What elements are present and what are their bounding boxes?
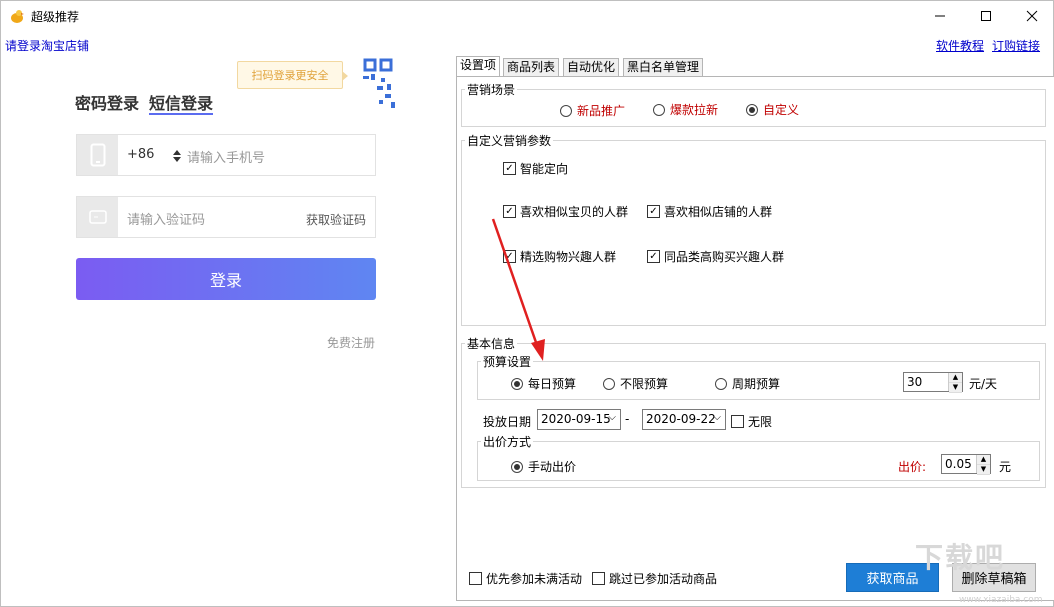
scene-option-custom[interactable]: 自定义 — [746, 101, 799, 118]
code-field[interactable]: 请输入验证码 获取验证码 — [76, 196, 376, 238]
qr-code-icon[interactable] — [341, 56, 397, 112]
qr-hint-bubble: 扫码登录更安全 — [237, 61, 348, 89]
order-link[interactable]: 订购链接 — [992, 37, 1040, 54]
similar-shop-option[interactable]: ✓ 喜欢相似店铺的人群 — [647, 203, 772, 220]
budget-unit: 元/天 — [969, 377, 998, 391]
date-start-picker[interactable]: 2020-09-15 ⌵ — [537, 409, 621, 430]
close-icon — [1026, 10, 1038, 22]
tab-settings[interactable]: 设置项 — [456, 56, 501, 77]
close-button[interactable] — [1009, 1, 1054, 31]
spin-up-icon[interactable]: ▲ — [949, 373, 962, 383]
phone-icon — [77, 135, 118, 175]
scene-hot-label: 爆款拉新 — [670, 103, 719, 117]
budget-option-unlimited[interactable]: 不限预算 — [603, 375, 668, 392]
price-spin[interactable]: ▲ ▼ — [976, 455, 990, 475]
radio-unlimited[interactable] — [603, 377, 615, 390]
category-interest-option[interactable]: ✓ 同品类高购买兴趣人群 — [647, 248, 784, 265]
sort-arrows-icon — [173, 150, 181, 162]
custom-params-label: 自定义营销参数 — [465, 132, 554, 149]
priority-option[interactable]: 优先参加未满活动 — [469, 570, 582, 587]
radio-hot[interactable] — [653, 103, 665, 116]
tab-blackwhite-list[interactable]: 黑白名单管理 — [623, 58, 704, 77]
window-title: 超级推荐 — [31, 10, 80, 24]
register-link[interactable]: 免费注册 — [327, 334, 375, 351]
chevron-down-icon: ⌵ — [608, 412, 616, 423]
annotation-arrow-icon — [491, 218, 545, 361]
smart-target-option[interactable]: ✓ 智能定向 — [503, 160, 568, 177]
scene-custom-label: 自定义 — [763, 103, 800, 117]
price-value[interactable]: 0.05 — [942, 455, 976, 473]
period-label: 周期预算 — [732, 377, 781, 391]
tab-underline — [149, 113, 213, 115]
skip-checkbox[interactable] — [592, 572, 605, 585]
maximize-icon — [981, 11, 991, 21]
radio-manual-bid[interactable] — [511, 460, 523, 473]
budget-value[interactable]: 30 — [904, 373, 948, 391]
category-interest-label: 同品类高购买兴趣人群 — [664, 250, 785, 264]
radio-custom[interactable] — [746, 103, 758, 116]
get-code-button[interactable]: 获取验证码 — [306, 211, 366, 228]
scene-option-hot[interactable]: 爆款拉新 — [653, 101, 718, 118]
priority-checkbox[interactable] — [469, 572, 482, 585]
date-end-value: 2020-09-22 — [646, 412, 716, 426]
chevron-down-icon: ⌵ — [713, 412, 721, 423]
skip-option[interactable]: 跳过已参加活动商品 — [592, 570, 717, 587]
scene-new-label: 新品推广 — [577, 104, 626, 118]
tutorial-link[interactable]: 软件教程 — [936, 37, 984, 54]
watermark-url: www.xiazaiba.com — [959, 595, 1043, 605]
similar-shop-checkbox[interactable]: ✓ — [647, 205, 660, 218]
daily-label: 每日预算 — [528, 377, 577, 391]
similar-shop-label: 喜欢相似店铺的人群 — [664, 205, 773, 219]
category-interest-checkbox[interactable]: ✓ — [647, 250, 660, 263]
message-icon — [77, 197, 118, 237]
radio-daily[interactable] — [511, 377, 523, 390]
price-unit: 元 — [999, 460, 1012, 474]
marketing-scene-label: 营销场景 — [465, 81, 518, 98]
skip-label: 跳过已参加活动商品 — [609, 572, 718, 586]
scene-option-new[interactable]: 新品推广 — [560, 102, 625, 119]
smart-target-label: 智能定向 — [520, 162, 569, 176]
manual-bid-option[interactable]: 手动出价 — [511, 458, 576, 475]
minimize-button[interactable] — [917, 1, 963, 31]
radio-new[interactable] — [560, 104, 572, 117]
country-code[interactable]: +86 — [127, 147, 154, 162]
spin-down-icon[interactable]: ▼ — [977, 465, 990, 475]
tab-password-login[interactable]: 密码登录 — [75, 90, 139, 114]
price-label: 出价: — [898, 460, 927, 474]
login-taobao-link[interactable]: 请登录淘宝店铺 — [5, 37, 89, 54]
date-start-value: 2020-09-15 — [541, 412, 611, 426]
phone-input[interactable]: 请输入手机号 — [187, 147, 265, 166]
tab-sms-login[interactable]: 短信登录 — [149, 90, 213, 114]
spin-down-icon[interactable]: ▼ — [949, 383, 962, 393]
maximize-button[interactable] — [963, 1, 1009, 31]
manual-bid-label: 手动出价 — [528, 460, 577, 474]
date-separator: - — [625, 412, 630, 426]
unlimited-date-option[interactable]: 无限 — [731, 413, 772, 430]
radio-period[interactable] — [715, 377, 727, 390]
minimize-icon — [935, 15, 945, 17]
budget-option-daily[interactable]: 每日预算 — [511, 375, 576, 392]
date-end-picker[interactable]: 2020-09-22 ⌵ — [642, 409, 726, 430]
bid-label: 出价方式 — [481, 433, 534, 450]
unlimited-budget-label: 不限预算 — [620, 377, 669, 391]
tab-product-list[interactable]: 商品列表 — [503, 58, 560, 77]
smart-target-checkbox[interactable]: ✓ — [503, 162, 516, 175]
price-stepper[interactable]: 0.05 ▲ ▼ — [941, 454, 991, 475]
bird-icon — [11, 10, 24, 23]
unlimited-date-label: 无限 — [748, 415, 773, 429]
spin-up-icon[interactable]: ▲ — [977, 455, 990, 465]
budget-option-period[interactable]: 周期预算 — [715, 375, 780, 392]
unlimited-date-checkbox[interactable] — [731, 415, 744, 428]
app-window: 超级推荐 请登录淘宝店铺 软件教程 订购链接 密码登录 短信登录 扫码登录更安全… — [0, 0, 1054, 607]
login-button[interactable]: 登录 — [76, 258, 376, 300]
date-label: 投放日期 — [483, 415, 532, 429]
budget-spin[interactable]: ▲ ▼ — [948, 373, 962, 393]
phone-field[interactable]: +86 请输入手机号 — [76, 134, 376, 176]
qr-hint-text: 扫码登录更安全 — [251, 69, 329, 82]
code-input[interactable]: 请输入验证码 — [127, 209, 205, 228]
priority-label: 优先参加未满活动 — [486, 572, 583, 586]
budget-stepper[interactable]: 30 ▲ ▼ — [903, 372, 963, 393]
tab-auto-optimize[interactable]: 自动优化 — [563, 58, 620, 77]
watermark: 下载吧 — [915, 541, 1006, 574]
